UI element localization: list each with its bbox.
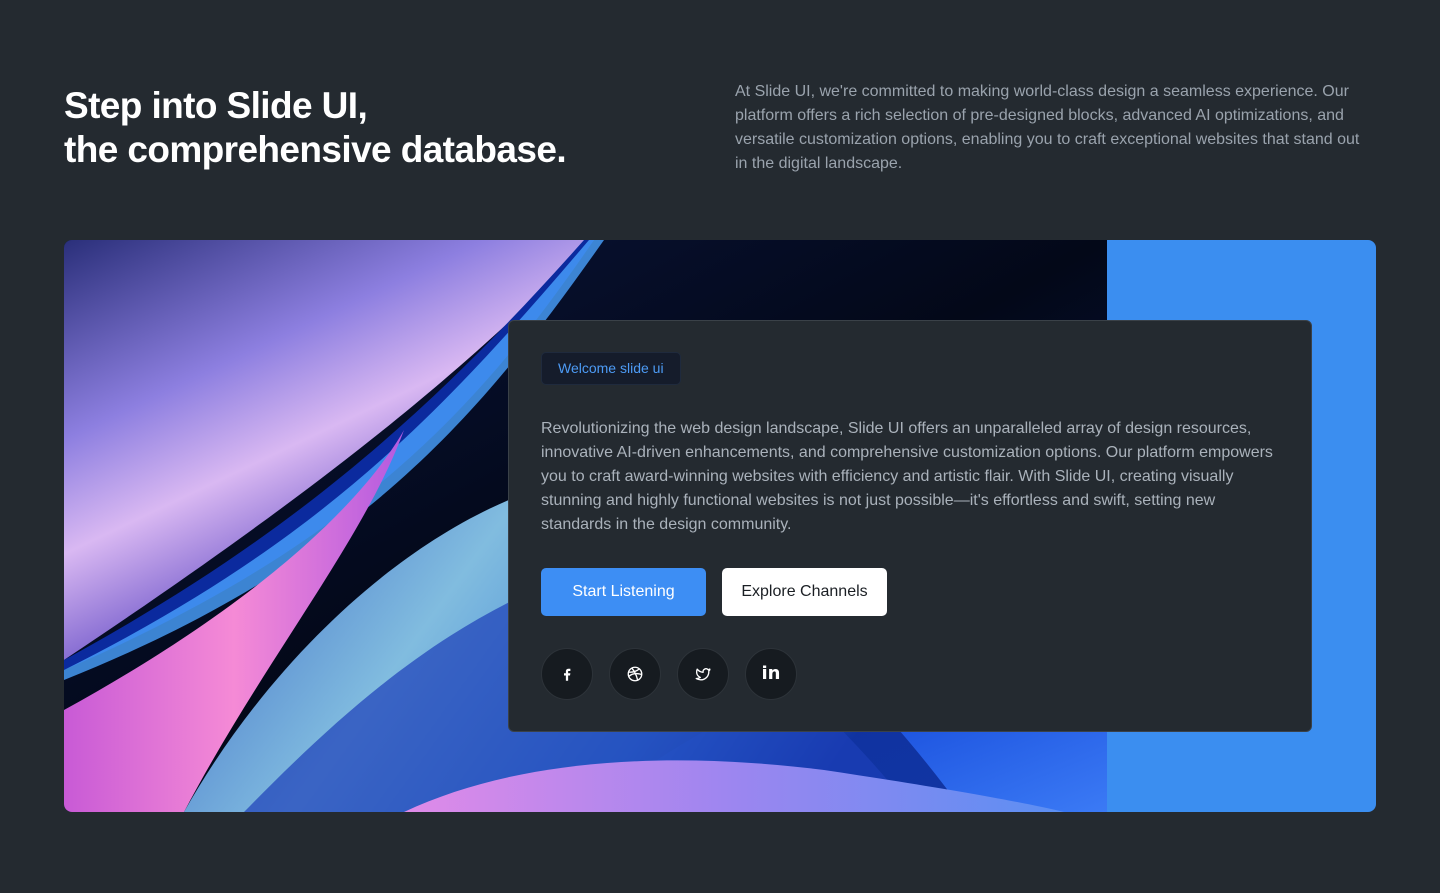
explore-channels-button[interactable]: Explore Channels	[722, 568, 887, 616]
hero-title: Step into Slide UI, the comprehensive da…	[64, 84, 664, 172]
hero-title-line-2: the comprehensive database.	[64, 129, 567, 170]
welcome-badge: Welcome slide ui	[541, 352, 681, 385]
linkedin-icon: in	[761, 663, 781, 684]
hero-description: At Slide UI, we're committed to making w…	[735, 83, 1360, 172]
welcome-card: Welcome slide ui Revolutionizing the web…	[508, 320, 1312, 732]
social-links: in	[541, 648, 797, 700]
hero-title-line-1: Step into Slide UI,	[64, 85, 368, 126]
facebook-link[interactable]	[541, 648, 593, 700]
linkedin-link[interactable]: in	[745, 648, 797, 700]
page: Step into Slide UI, the comprehensive da…	[0, 0, 1440, 893]
start-listening-button[interactable]: Start Listening	[541, 568, 706, 616]
facebook-icon	[558, 665, 576, 683]
dribbble-icon	[626, 665, 644, 683]
twitter-icon	[694, 665, 712, 683]
card-description: Revolutionizing the web design landscape…	[541, 420, 1273, 533]
dribbble-link[interactable]	[609, 648, 661, 700]
twitter-link[interactable]	[677, 648, 729, 700]
